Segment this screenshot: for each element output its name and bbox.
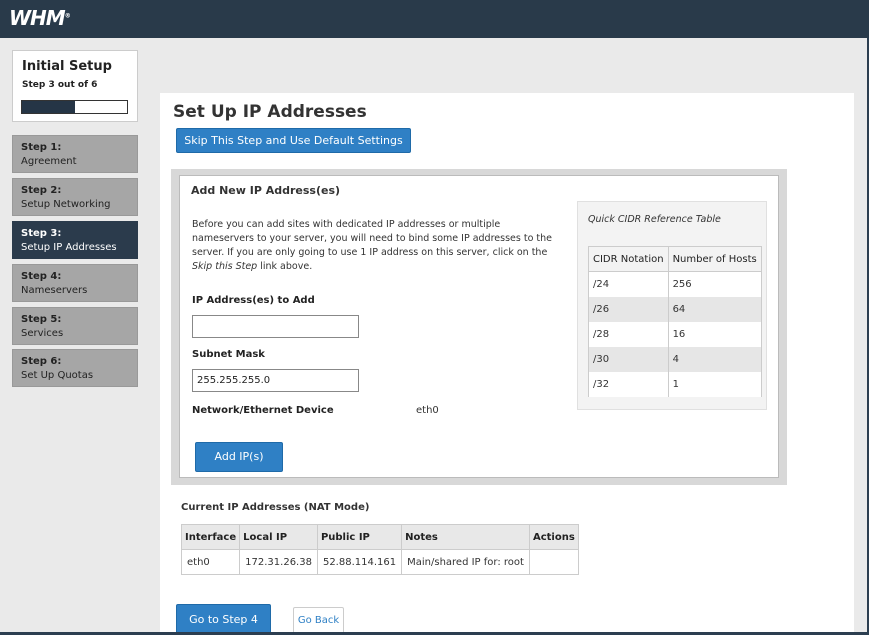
column-header: Actions — [528, 524, 579, 550]
table-row: /32 1 — [588, 371, 762, 397]
cidr-notation: /26 — [588, 296, 669, 322]
column-header: Number of Hosts — [667, 246, 762, 272]
cidr-notation: /32 — [588, 371, 669, 397]
skip-step-reference: Skip this Step — [192, 261, 258, 272]
subnet-mask-input[interactable] — [192, 369, 359, 392]
step-name: Set Up Quotas — [21, 370, 94, 381]
actions-cell — [528, 549, 579, 575]
setup-progress-panel: Initial Setup Step 3 out of 6 — [12, 50, 138, 122]
device-value: eth0 — [416, 405, 439, 416]
interface-cell: eth0 — [180, 549, 241, 575]
step-name: Setup Networking — [21, 199, 111, 210]
add-ip-form: Add New IP Address(es) Before you can ad… — [179, 175, 779, 478]
column-header: Interface — [180, 524, 241, 550]
table-row: /30 4 — [588, 346, 762, 372]
column-header: CIDR Notation — [588, 246, 669, 272]
step-number: Step 5: — [21, 314, 62, 325]
add-ip-section: Add New IP Address(es) Before you can ad… — [171, 169, 787, 485]
step-1-agreement[interactable]: Step 1: Agreement — [12, 135, 138, 173]
setup-description: Before you can add sites with dedicated … — [192, 218, 562, 274]
cidr-notation: /24 — [588, 271, 669, 297]
ip-address-label: IP Address(es) to Add — [192, 295, 315, 306]
table-row: eth0 172.31.26.38 52.88.114.161 Main/sha… — [180, 549, 579, 575]
host-count: 4 — [667, 346, 762, 372]
column-header: Public IP — [316, 524, 403, 550]
go-back-button[interactable]: Go Back — [293, 607, 344, 635]
step-number: Step 3: — [21, 228, 62, 239]
column-header: Local IP — [239, 524, 318, 550]
ip-address-input[interactable] — [192, 315, 359, 338]
cidr-notation: /28 — [588, 321, 669, 347]
step-number: Step 6: — [21, 356, 62, 367]
description-text-end: link above. — [257, 261, 313, 272]
current-ip-heading: Current IP Addresses (NAT Mode) — [181, 502, 370, 513]
step-5-services[interactable]: Step 5: Services — [12, 307, 138, 345]
step-name: Nameservers — [21, 285, 88, 296]
step-6-set-up-quotas[interactable]: Step 6: Set Up Quotas — [12, 349, 138, 387]
progress-bar-fill — [22, 101, 75, 113]
host-count: 16 — [667, 321, 762, 347]
progress-subtitle: Step 3 out of 6 — [22, 80, 98, 90]
public-ip-cell: 52.88.114.161 — [316, 549, 403, 575]
logo-text: WHM — [9, 6, 66, 30]
section-heading: Add New IP Address(es) — [191, 184, 341, 197]
whm-logo[interactable]: WHM® — [9, 6, 71, 30]
cidr-table-title: Quick CIDR Reference Table — [588, 214, 721, 225]
current-ip-table: Interface Local IP Public IP Notes Actio… — [180, 524, 579, 575]
host-count: 64 — [667, 296, 762, 322]
step-number: Step 4: — [21, 271, 62, 282]
add-ips-button[interactable]: Add IP(s) — [195, 442, 283, 472]
top-bar: WHM® — [0, 0, 869, 38]
step-name: Setup IP Addresses — [21, 242, 117, 253]
page-title: Set Up IP Addresses — [173, 102, 367, 122]
step-3-setup-ip-addresses[interactable]: Step 3: Setup IP Addresses — [12, 221, 138, 259]
step-4-nameservers[interactable]: Step 4: Nameservers — [12, 264, 138, 302]
device-label: Network/Ethernet Device — [192, 405, 334, 416]
go-to-step-4-button[interactable]: Go to Step 4 — [176, 604, 271, 635]
table-row: /24 256 — [588, 271, 762, 297]
notes-cell: Main/shared IP for: root — [401, 549, 530, 575]
step-number: Step 2: — [21, 185, 62, 196]
skip-step-button[interactable]: Skip This Step and Use Default Settings — [176, 128, 411, 153]
table-row: /26 64 — [588, 296, 762, 322]
progress-bar — [21, 100, 128, 114]
table-row: /28 16 — [588, 321, 762, 347]
host-count: 1 — [667, 371, 762, 397]
cidr-notation: /30 — [588, 346, 669, 372]
subnet-mask-label: Subnet Mask — [192, 349, 265, 360]
cidr-reference-panel: Quick CIDR Reference Table CIDR Notation… — [577, 201, 767, 410]
description-text: Before you can add sites with dedicated … — [192, 219, 552, 258]
main-content: Set Up IP Addresses Skip This Step and U… — [160, 93, 854, 635]
trademark-mark: ® — [64, 12, 71, 20]
cidr-table: CIDR Notation Number of Hosts /24 256 /2… — [588, 246, 762, 397]
step-number: Step 1: — [21, 142, 62, 153]
step-2-setup-networking[interactable]: Step 2: Setup Networking — [12, 178, 138, 216]
column-header: Notes — [401, 524, 530, 550]
progress-title: Initial Setup — [22, 59, 112, 74]
step-name: Services — [21, 328, 64, 339]
local-ip-cell: 172.31.26.38 — [239, 549, 318, 575]
host-count: 256 — [667, 271, 762, 297]
step-name: Agreement — [21, 156, 77, 167]
